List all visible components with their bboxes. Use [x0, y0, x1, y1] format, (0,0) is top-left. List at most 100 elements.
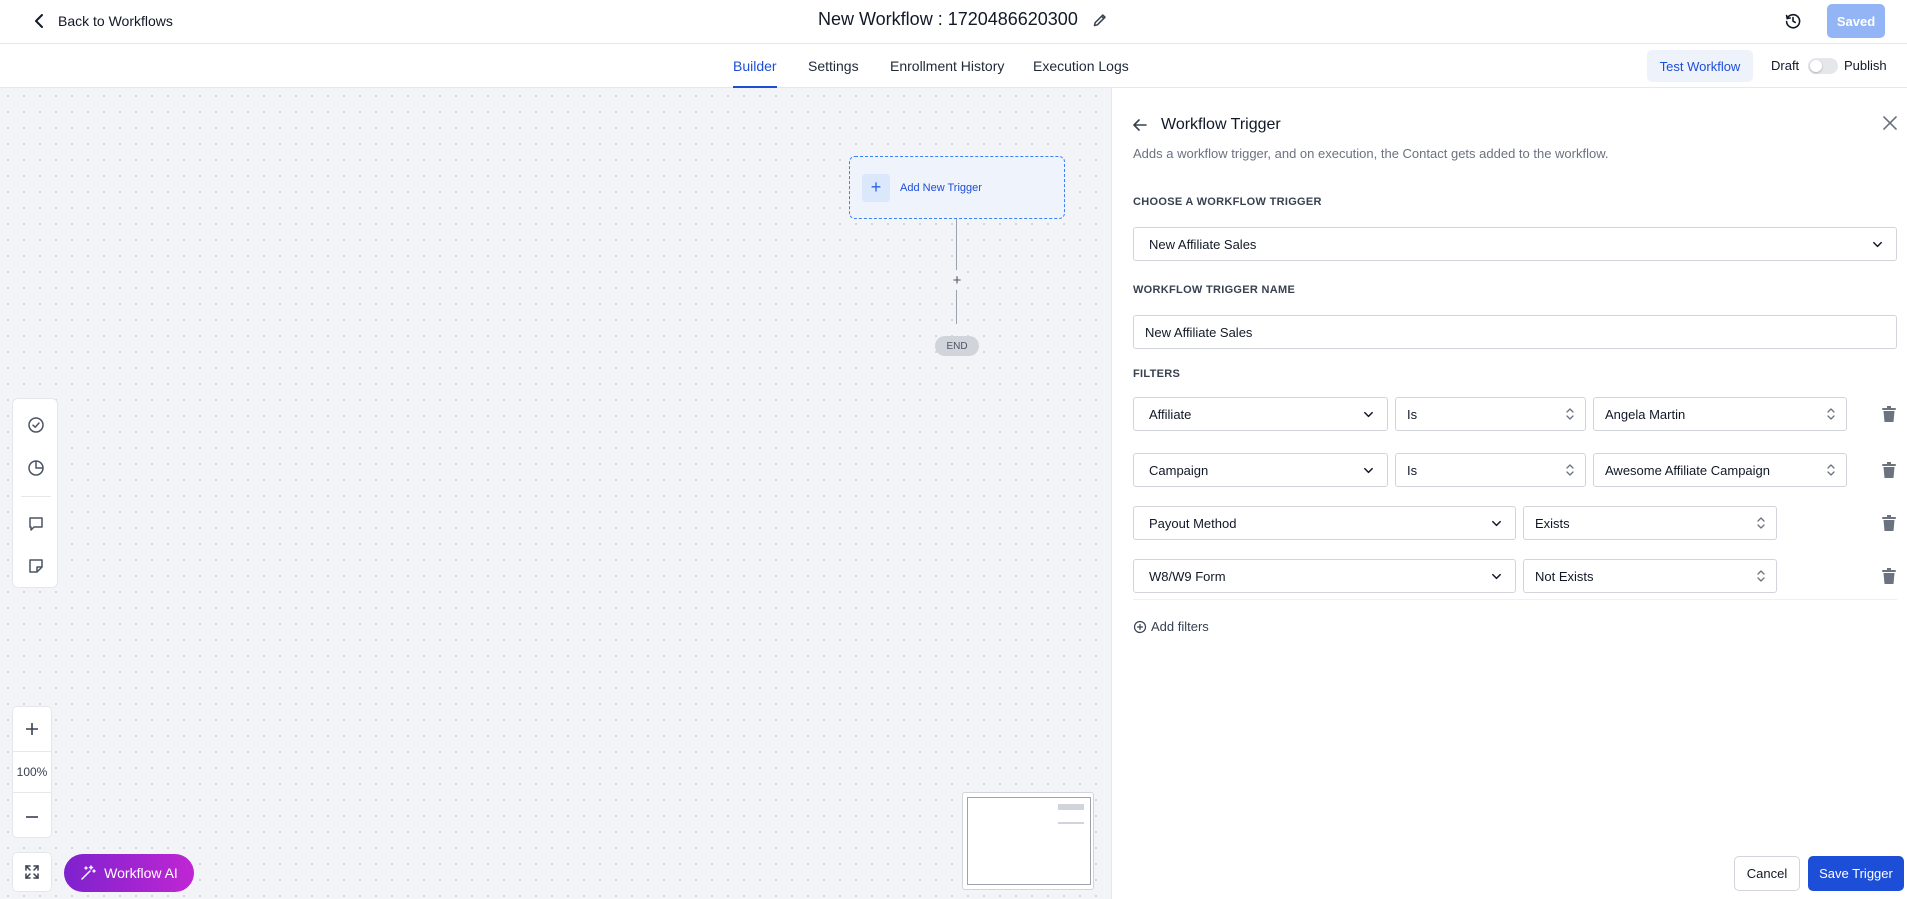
- close-icon[interactable]: [1881, 114, 1899, 132]
- chevron-down-icon: [1492, 573, 1501, 580]
- filters-label: FILTERS: [1133, 368, 1181, 380]
- plus-circle-icon: [1133, 620, 1147, 633]
- add-step-button[interactable]: +: [947, 270, 967, 290]
- workflow-ai-label: Workflow AI: [104, 865, 178, 881]
- publish-toggle[interactable]: [1808, 58, 1838, 74]
- filter-field-value: W8/W9 Form: [1149, 568, 1226, 584]
- workflow-title-text: New Workflow : 1720486620300: [818, 9, 1078, 29]
- sort-updown-icon: [1827, 464, 1835, 476]
- expand-icon: [25, 865, 39, 879]
- workflow-title: New Workflow : 1720486620300: [818, 9, 1108, 30]
- sort-updown-icon: [1757, 517, 1765, 529]
- toolbar-divider: [21, 496, 51, 497]
- draft-label: Draft: [1771, 58, 1800, 73]
- analytics-button[interactable]: [25, 457, 47, 479]
- filter-operator-value: Exists: [1535, 515, 1570, 531]
- plus-icon: [26, 723, 38, 735]
- sort-updown-icon: [1827, 408, 1835, 420]
- test-workflow-button[interactable]: Test Workflow: [1647, 50, 1753, 82]
- zoom-in-button[interactable]: [13, 709, 51, 749]
- panel-title: Workflow Trigger: [1161, 116, 1281, 133]
- chevron-down-icon: [1364, 467, 1373, 474]
- sticky-note-icon: [29, 559, 43, 573]
- filter-field-value: Affiliate: [1149, 406, 1192, 422]
- add-new-trigger-node[interactable]: + Add New Trigger: [849, 156, 1065, 219]
- history-button[interactable]: [1782, 10, 1804, 32]
- filter-field-value: Payout Method: [1149, 515, 1237, 531]
- trash-icon[interactable]: [1882, 462, 1896, 478]
- filter-field-select[interactable]: Campaign: [1133, 453, 1388, 487]
- add-filters-label: Add filters: [1151, 619, 1209, 634]
- tab-bar: Builder Settings Enrollment History Exec…: [0, 44, 1907, 88]
- save-trigger-button[interactable]: Save Trigger: [1808, 856, 1904, 891]
- filter-value-text: Angela Martin: [1605, 406, 1686, 422]
- filter-operator-value: Is: [1407, 406, 1418, 422]
- trigger-name-input[interactable]: [1133, 315, 1897, 349]
- minimap-viewport: [967, 797, 1091, 885]
- workflow-trigger-panel: Workflow Trigger Adds a workflow trigger…: [1111, 88, 1907, 899]
- comment-button[interactable]: [25, 513, 47, 535]
- trash-icon[interactable]: [1882, 406, 1896, 422]
- filter-operator-select[interactable]: Exists: [1523, 506, 1777, 540]
- filter-value-text: Awesome Affiliate Campaign: [1605, 462, 1771, 478]
- tab-builder[interactable]: Builder: [733, 44, 777, 88]
- edit-pencil-icon[interactable]: [1092, 12, 1108, 28]
- trash-icon[interactable]: [1882, 515, 1896, 531]
- filter-field-select[interactable]: Affiliate: [1133, 397, 1388, 431]
- filter-field-select[interactable]: W8/W9 Form: [1133, 559, 1516, 593]
- sort-updown-icon: [1566, 408, 1574, 420]
- filter-operator-value: Not Exists: [1535, 568, 1594, 584]
- chevron-left-icon: [35, 14, 43, 28]
- panel-subtitle: Adds a workflow trigger, and on executio…: [1133, 146, 1609, 161]
- sticky-note-button[interactable]: [25, 555, 47, 577]
- back-link-label: Back to Workflows: [58, 13, 173, 29]
- history-icon: [1785, 14, 1801, 29]
- filter-operator-select[interactable]: Is: [1395, 397, 1586, 431]
- chevron-down-icon: [1873, 241, 1882, 248]
- sort-updown-icon: [1757, 570, 1765, 582]
- filters-divider: [1133, 599, 1897, 600]
- minus-icon: [26, 816, 38, 818]
- add-new-trigger-label: Add New Trigger: [900, 181, 982, 194]
- plus-icon: +: [862, 173, 890, 202]
- filter-operator-select[interactable]: Not Exists: [1523, 559, 1777, 593]
- add-filters-button[interactable]: Add filters: [1133, 619, 1209, 634]
- filter-field-select[interactable]: Payout Method: [1133, 506, 1516, 540]
- chevron-down-icon: [1364, 411, 1373, 418]
- filter-operator-select[interactable]: Is: [1395, 453, 1586, 487]
- pie-chart-icon: [28, 460, 44, 476]
- minimap[interactable]: [962, 792, 1094, 890]
- arrow-left-icon[interactable]: [1131, 116, 1149, 134]
- choose-trigger-label: CHOOSE A WORKFLOW TRIGGER: [1133, 196, 1322, 208]
- check-circle-icon: [28, 417, 44, 433]
- sort-updown-icon: [1566, 464, 1574, 476]
- tab-settings[interactable]: Settings: [808, 44, 859, 88]
- canvas-side-toolbar: [12, 398, 58, 588]
- cancel-button[interactable]: Cancel: [1734, 856, 1800, 891]
- minimap-node: [1058, 804, 1084, 810]
- top-bar: Back to Workflows New Workflow : 1720486…: [0, 0, 1907, 44]
- connector-line: [956, 219, 957, 275]
- minimap-node: [1058, 822, 1084, 824]
- trigger-type-select[interactable]: New Affiliate Sales: [1133, 227, 1897, 261]
- filter-value-select[interactable]: Angela Martin: [1593, 397, 1847, 431]
- trash-icon[interactable]: [1882, 568, 1896, 584]
- end-node: END: [935, 336, 979, 356]
- workflow-canvas[interactable]: + Add New Trigger + END 100% Workflow AI: [0, 88, 1111, 899]
- trigger-name-label: WORKFLOW TRIGGER NAME: [1133, 284, 1296, 296]
- fit-view-button[interactable]: [12, 852, 52, 892]
- tab-execution-logs[interactable]: Execution Logs: [1033, 44, 1129, 88]
- back-to-workflows-link[interactable]: Back to Workflows: [32, 10, 173, 32]
- chevron-down-icon: [1492, 520, 1501, 527]
- magic-wand-icon: [81, 865, 96, 880]
- zoom-out-button[interactable]: [13, 797, 51, 837]
- comment-icon: [29, 517, 43, 531]
- zoom-level: 100%: [13, 751, 51, 793]
- saved-button[interactable]: Saved: [1827, 4, 1885, 38]
- filter-operator-value: Is: [1407, 462, 1418, 478]
- filter-value-select[interactable]: Awesome Affiliate Campaign: [1593, 453, 1847, 487]
- check-circle-button[interactable]: [25, 414, 47, 436]
- tab-enrollment-history[interactable]: Enrollment History: [890, 44, 1004, 88]
- workflow-ai-button[interactable]: Workflow AI: [64, 854, 194, 892]
- publish-label: Publish: [1844, 58, 1887, 73]
